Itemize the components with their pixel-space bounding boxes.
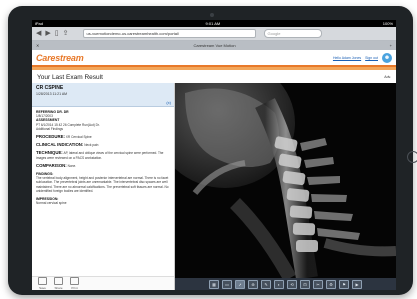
status-time: 9:01 AM	[205, 21, 221, 26]
findings-value: The vertebral body alignment, height and…	[36, 176, 169, 193]
signout-link[interactable]: Sign out	[365, 56, 378, 60]
new-tab-icon[interactable]: +	[390, 43, 392, 48]
procedure-label: PROCEDURE:	[36, 134, 65, 140]
exam-list-item[interactable]: CR CSPINE 1/28/2013 11:21 AM (x)	[32, 83, 174, 107]
exam-name: CR CSPINE	[36, 85, 64, 91]
back-icon[interactable]: ◀	[36, 30, 41, 37]
header-user-area: Hello Adam Jones Sign out ☻	[333, 52, 392, 63]
settings-tool-icon[interactable]: ⚙	[326, 279, 336, 289]
save-icon	[38, 277, 47, 285]
advanced-link[interactable]: Adv.	[384, 75, 391, 79]
procedure-value: XR Cervical Spine	[65, 135, 92, 140]
report-footer: Save Share Print	[32, 276, 174, 290]
exam-datetime: 1/28/2013 11:21 AM	[36, 92, 68, 96]
print-label: Print	[71, 286, 78, 290]
forward-icon[interactable]: ▶	[45, 30, 50, 37]
bookmarks-icon[interactable]: ▯	[55, 30, 59, 37]
carrier-label: iPad	[35, 21, 44, 26]
comparison-value: None.	[67, 163, 77, 168]
tab-bar: ✕ Carestream Vue Motion +	[32, 41, 396, 50]
pointer-tool-icon[interactable]: ➚	[235, 279, 245, 289]
xray-viewer[interactable]: ▦ ▭ ➚ ⊕ ✎ ◐ ⟲ ⊡ ✂ ⚙ ⚑ ▶	[175, 83, 396, 290]
print-button[interactable]: Print	[70, 277, 79, 290]
annotate-tool-icon[interactable]: ✎	[261, 279, 271, 289]
url-field[interactable]: us-vuemotiondemo-us.carestreamhealth.com…	[82, 29, 256, 38]
share-icon	[54, 277, 63, 285]
report-panel: CR CSPINE 1/28/2013 11:21 AM (x) REFERRI…	[32, 83, 175, 290]
camera-dot	[210, 13, 214, 17]
home-button[interactable]	[407, 151, 417, 163]
tablet-frame: iPad 9:01 AM 100% ◀ ▶ ▯ ⇪ us-vuemotionde…	[8, 6, 417, 295]
cervical-spine-xray[interactable]	[175, 83, 396, 278]
impression-value: Normal cervical spine	[36, 201, 67, 206]
indication-value: Neck pain	[84, 143, 99, 148]
page-title: Your Last Exam Result	[37, 73, 103, 81]
battery-label: 100%	[382, 21, 393, 26]
share-button[interactable]: Share	[54, 277, 63, 290]
report-text: REFERRING DR. DR 1/8/17/2003 ASSESSMENT …	[32, 107, 174, 208]
rotate-tool-icon[interactable]: ⟲	[287, 279, 297, 289]
user-avatar-icon[interactable]: ☻	[382, 52, 392, 63]
user-link[interactable]: Hello Adam Jones	[333, 56, 361, 60]
fit-tool-icon[interactable]: ⊡	[300, 279, 310, 289]
app-header: Carestream Hello Adam Jones Sign out ☻	[32, 50, 396, 67]
zoom-tool-icon[interactable]: ⊕	[248, 279, 258, 289]
share-label: Share	[54, 286, 63, 290]
viewer-toolbar: ▦ ▭ ➚ ⊕ ✎ ◐ ⟲ ⊡ ✂ ⚙ ⚑ ▶	[175, 278, 396, 290]
indication-label: CLINICAL INDICATION:	[36, 142, 84, 148]
layout-tool-icon[interactable]: ▦	[209, 279, 219, 289]
flag-tool-icon[interactable]: ⚑	[339, 279, 349, 289]
exam-corner-icon[interactable]: (x)	[166, 100, 171, 105]
save-label: Save	[39, 286, 46, 290]
tab-title[interactable]: Carestream Vue Motion	[39, 43, 389, 48]
status-bar: iPad 9:01 AM 100%	[32, 20, 396, 27]
window-level-tool-icon[interactable]: ◐	[274, 279, 284, 289]
save-button[interactable]: Save	[38, 277, 47, 290]
main-content: CR CSPINE 1/28/2013 11:21 AM (x) REFERRI…	[32, 83, 396, 290]
play-tool-icon[interactable]: ▶	[352, 279, 362, 289]
carestream-logo: Carestream	[36, 52, 84, 63]
series-tool-icon[interactable]: ▭	[222, 279, 232, 289]
search-field[interactable]: Google	[263, 29, 322, 38]
crop-tool-icon[interactable]: ✂	[313, 279, 323, 289]
comparison-label: COMPARISON:	[36, 162, 67, 168]
browser-toolbar: ◀ ▶ ▯ ⇪ us-vuemotiondemo-us.carestreamhe…	[32, 27, 396, 41]
print-icon	[70, 277, 79, 285]
screen: iPad 9:01 AM 100% ◀ ▶ ▯ ⇪ us-vuemotionde…	[32, 20, 396, 290]
share-icon[interactable]: ⇪	[63, 30, 69, 37]
